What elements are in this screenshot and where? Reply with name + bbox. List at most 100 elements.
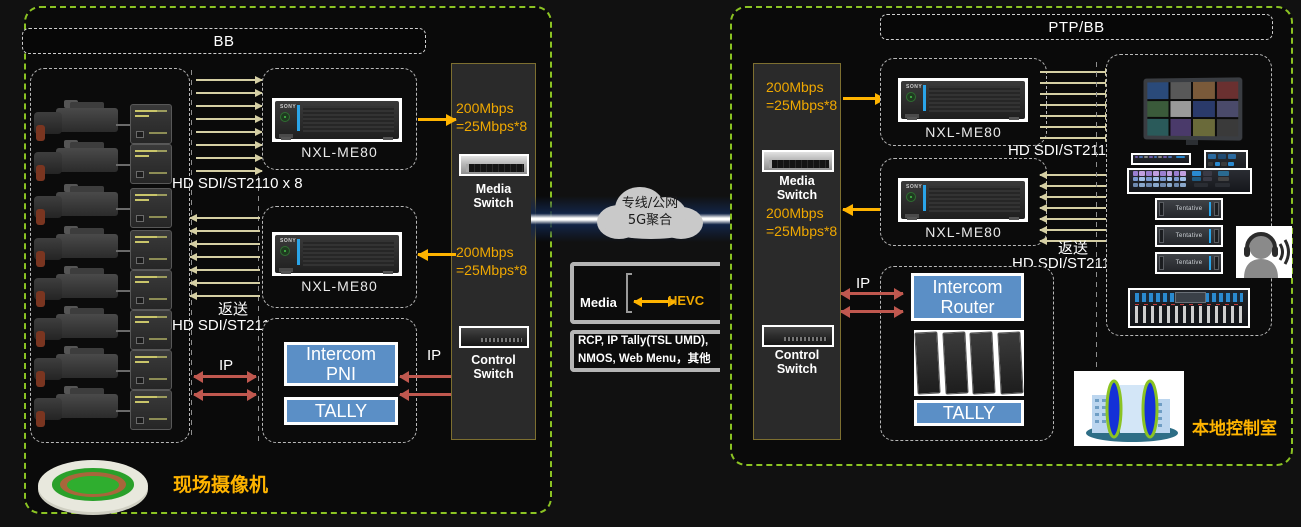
- right-bw-up-line1: 200Mbps: [766, 79, 824, 95]
- server-unit: Tentative: [1155, 252, 1223, 274]
- left-ip-arrow-1: [194, 375, 256, 378]
- left-ip-label: IP: [219, 357, 234, 374]
- network-cloud-icon: 专线/公网 5G聚合: [597, 185, 703, 239]
- switcher-aux-panel-icon: [1131, 153, 1191, 165]
- production-switcher-icon: [1127, 168, 1252, 194]
- right-guide-line: [1096, 62, 1097, 402]
- left-bw-down-line1: 200Mbps: [456, 244, 514, 260]
- stadium-icon: [38, 460, 148, 512]
- nxl-me80-device-icon: SONY: [272, 98, 402, 142]
- left-bandwidth-down: 200Mbps =25Mbps*8: [456, 243, 527, 279]
- camera-unit: [34, 346, 174, 392]
- left-ip-label-2: IP: [427, 347, 442, 364]
- server-label: Tentative: [1175, 233, 1203, 239]
- left-media-switch-line1: Media: [475, 182, 512, 196]
- left-intercom-pni-line1: Intercom: [305, 344, 377, 364]
- right-media-switch-line1: Media: [779, 174, 815, 188]
- server-label: Tentative: [1175, 206, 1203, 212]
- multiviewer-stand: [1186, 140, 1198, 145]
- camera-ccu-icon: [130, 104, 172, 144]
- sony-brand-label: SONY: [906, 84, 923, 90]
- left-tally-label: TALLY: [314, 401, 368, 421]
- left-bw-up-line2: =25Mbps*8: [456, 118, 528, 134]
- power-led-icon: [280, 246, 290, 256]
- camera-lens-icon: [34, 112, 62, 141]
- left-bb-header-label: BB: [213, 32, 235, 50]
- server-label: Tentative: [1175, 260, 1203, 266]
- right-ptpbb-header: PTP/BB: [880, 14, 1273, 40]
- right-control-switch-line2: Switch: [776, 362, 818, 376]
- power-led-icon: [906, 92, 916, 102]
- legend-control-line1: RCP, IP Tally(TSL UMD),: [578, 335, 709, 347]
- left-nxl1-name: NXL-ME80: [301, 144, 378, 160]
- headset-operator-icon: [1236, 226, 1292, 278]
- cloud-line2: 5G聚合: [627, 213, 673, 228]
- nxl-me80-device-icon: SONY: [898, 78, 1028, 122]
- right-downlink-bw-arrow: [843, 208, 885, 211]
- server-unit: Tentative: [1155, 225, 1223, 247]
- camera-unit: [34, 266, 174, 312]
- media-switch-icon: [459, 154, 529, 176]
- right-bandwidth-up: 200Mbps =25Mbps*8: [766, 78, 837, 114]
- left-intercom-pni-plate[interactable]: Intercom PNI: [284, 342, 398, 386]
- legend-bracket: [626, 273, 632, 313]
- right-tally-plate[interactable]: TALLY: [914, 400, 1024, 426]
- right-ip-label: IP: [856, 275, 871, 292]
- left-guide-line-2: [258, 176, 259, 442]
- left-intercom-pni-line2: PNI: [325, 364, 356, 384]
- right-intercom-router-line2: Router: [940, 297, 995, 317]
- right-bandwidth-down: 200Mbps =25Mbps*8: [766, 204, 837, 240]
- left-bw-down-line2: =25Mbps*8: [456, 262, 528, 278]
- left-media-switch-line2: Switch: [473, 196, 514, 210]
- nxl-me80-device-icon: SONY: [272, 232, 402, 276]
- right-tally-label: TALLY: [942, 403, 996, 423]
- right-control-switch-line1: Control: [774, 348, 820, 362]
- right-intercom-router-plate[interactable]: Intercom Router: [911, 273, 1024, 321]
- right-bw-up-line2: =25Mbps*8: [766, 97, 838, 113]
- sony-brand-label: SONY: [280, 104, 297, 110]
- control-room-building-icon: [1074, 371, 1184, 446]
- left-control-switch-line1: Control: [471, 353, 516, 367]
- right-ptpbb-header-label: PTP/BB: [1048, 18, 1105, 36]
- power-led-icon: [280, 112, 290, 122]
- left-site-caption: 现场摄像机: [173, 475, 269, 496]
- left-uplink-bw-arrow: [418, 118, 456, 121]
- left-tally-plate[interactable]: TALLY: [284, 397, 398, 425]
- left-bw-up-line1: 200Mbps: [456, 100, 514, 116]
- camera-unit: [34, 386, 174, 432]
- left-uplink-label: HD SDI/ST2110 x 8: [172, 175, 303, 192]
- camera-unit: [34, 306, 174, 352]
- sony-brand-label: SONY: [280, 238, 297, 244]
- power-led-icon: [906, 192, 916, 202]
- cloud-line1: 专线/公网: [621, 196, 679, 211]
- legend-codec-label: HEVC: [668, 293, 705, 308]
- left-downlink-bw-arrow: [418, 253, 456, 256]
- left-bb-header: BB: [22, 28, 426, 54]
- right-bw-down-line2: =25Mbps*8: [766, 223, 838, 239]
- nxl-me80-device-icon: SONY: [898, 178, 1028, 222]
- right-switch-column: [753, 63, 841, 440]
- left-nxl2-name: NXL-ME80: [301, 278, 378, 294]
- control-switch-icon: [459, 326, 529, 348]
- legend-media-label: Media: [580, 295, 617, 310]
- camera-body-icon: [56, 108, 118, 132]
- camera-unit: [34, 140, 174, 186]
- right-intercom-router-line1: Intercom: [932, 277, 1003, 297]
- sony-brand-label: SONY: [906, 184, 923, 190]
- right-ip-arrow-2: [841, 310, 903, 313]
- left-return-label: 返送: [218, 301, 249, 318]
- right-site-caption: 本地控制室: [1192, 419, 1277, 438]
- legend-control-line2: NMOS, Web Menu，其他: [578, 353, 711, 365]
- left-bandwidth-up: 200Mbps =25Mbps*8: [456, 99, 527, 135]
- camera-unit: [34, 226, 174, 272]
- multiviewer-wall-icon: [1143, 77, 1243, 141]
- right-media-switch-line2: Switch: [776, 188, 818, 202]
- camera-unit: [34, 184, 174, 230]
- audio-mixer-icon: [1128, 288, 1250, 328]
- left-ip-arrow-2: [194, 393, 256, 396]
- server-unit: Tentative: [1155, 198, 1223, 220]
- right-ip-arrow-1: [841, 292, 903, 295]
- right-nxl2-name: NXL-ME80: [925, 224, 1002, 240]
- right-uplink-bw-arrow: [843, 97, 885, 100]
- left-control-switch-line2: Switch: [473, 367, 514, 381]
